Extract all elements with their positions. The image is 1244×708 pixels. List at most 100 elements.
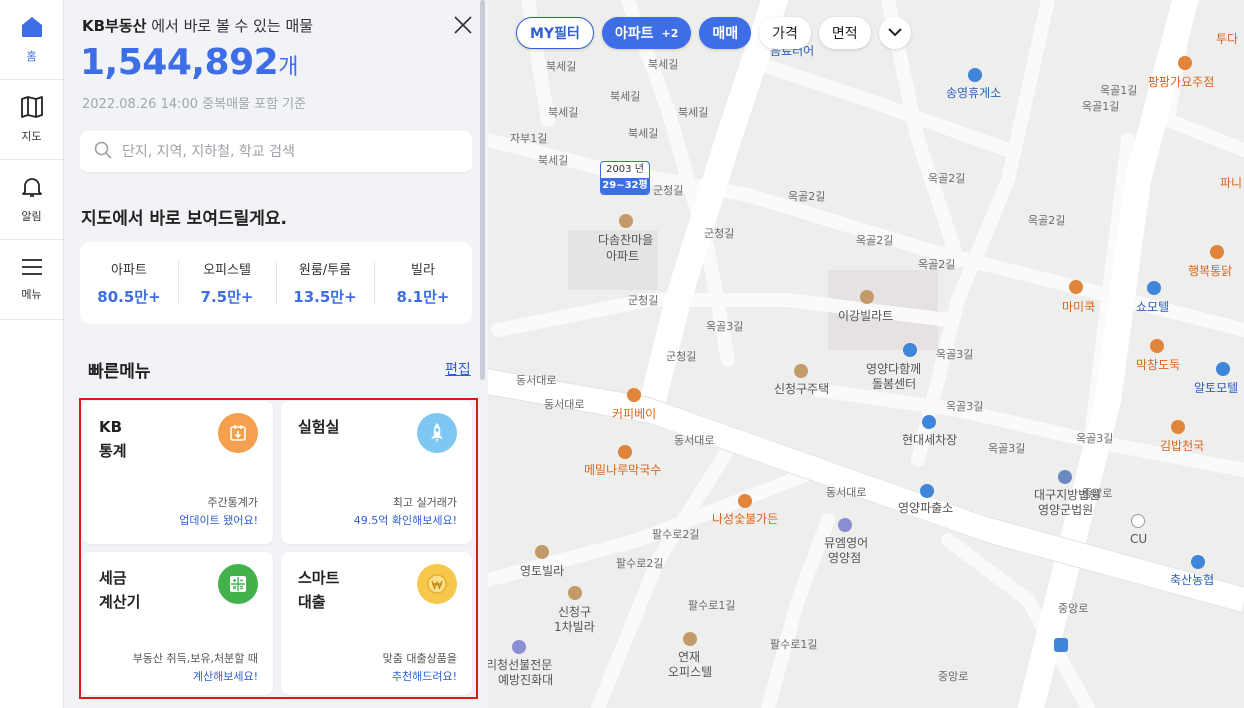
nav-home[interactable]: 홈 bbox=[0, 0, 63, 80]
poi-label[interactable]: 메밀나루막국수 bbox=[584, 461, 661, 478]
building-pin-icon[interactable] bbox=[860, 290, 874, 304]
road-label: 북세길 bbox=[538, 154, 569, 167]
court-pin-icon[interactable] bbox=[1058, 470, 1072, 484]
bank-pin-icon[interactable] bbox=[1191, 555, 1205, 569]
building-pin-icon[interactable] bbox=[535, 545, 549, 559]
card-cta: 49.5억 확인해보세요! bbox=[353, 514, 457, 527]
poi-label[interactable]: 알토모텔 bbox=[1194, 379, 1238, 396]
map-roads bbox=[488, 0, 1244, 708]
poi-label[interactable]: 예방진화대 bbox=[498, 671, 553, 688]
panel-scrollbar[interactable] bbox=[480, 0, 485, 380]
restaurant-pin-icon[interactable] bbox=[738, 494, 752, 508]
restaurant-pin-icon[interactable] bbox=[1210, 245, 1224, 259]
poi-label[interactable]: 영토빌라 bbox=[520, 562, 564, 579]
quick-card-tax-calculator[interactable]: 세금 계산기 부동산 취득,보유,처분할 때 계산해보세요! bbox=[82, 552, 273, 695]
quick-menu-edit-link[interactable]: 편집 bbox=[445, 359, 471, 379]
nav-alerts[interactable]: 알림 bbox=[0, 160, 63, 240]
count-timestamp: 2022.08.26 14:00 중복매물 포함 기준 bbox=[82, 97, 307, 112]
card-desc: 맞춤 대출상품을 bbox=[382, 652, 457, 665]
poi-label[interactable]: 축산농협 bbox=[1170, 571, 1214, 588]
close-panel-button[interactable] bbox=[454, 16, 472, 34]
poi-label[interactable]: 돌봄센터 bbox=[872, 375, 916, 392]
road-label: 중앙로 bbox=[938, 670, 969, 683]
building-pin-icon[interactable] bbox=[619, 214, 633, 228]
poi-label[interactable]: 이강빌라트 bbox=[838, 307, 893, 324]
property-extra-count: +2 bbox=[661, 26, 679, 40]
restroom-pin-icon[interactable] bbox=[968, 68, 982, 82]
road-label: 북세길 bbox=[628, 127, 659, 140]
road-label: 옥골1길 bbox=[1082, 100, 1120, 113]
building-pin-icon[interactable] bbox=[568, 586, 582, 600]
my-filter-button[interactable]: MY필터 bbox=[516, 17, 594, 49]
home-icon bbox=[20, 16, 44, 42]
care-center-pin-icon[interactable] bbox=[903, 343, 917, 357]
poi-label[interactable]: 오피스텔 bbox=[668, 663, 712, 680]
poi-label[interactable]: CU bbox=[1130, 532, 1147, 546]
poi-label[interactable]: 송영휴게소 bbox=[946, 84, 1001, 101]
building-pin-icon[interactable] bbox=[794, 364, 808, 378]
poi-label[interactable]: 막창도둑 bbox=[1136, 356, 1180, 373]
motel-pin-icon[interactable] bbox=[1147, 281, 1161, 295]
restaurant-pin-icon[interactable] bbox=[1069, 280, 1083, 294]
building-pin-icon[interactable] bbox=[683, 632, 697, 646]
poi-label[interactable]: 신청구주택 bbox=[774, 380, 829, 397]
poi-label[interactable]: 현대세차장 bbox=[902, 431, 957, 448]
deal-type-filter[interactable]: 매매 bbox=[699, 17, 752, 49]
card-desc: 최고 실거래가 bbox=[392, 496, 457, 509]
listing-count-number: 1,544,892 bbox=[80, 42, 279, 83]
poi-label[interactable]: 쇼모텔 bbox=[1136, 298, 1169, 315]
restaurant-pin-icon[interactable] bbox=[1150, 339, 1164, 353]
stat-officetel[interactable]: 오피스텔 7.5만+ bbox=[178, 259, 276, 307]
convenience-store-pin-icon[interactable] bbox=[1131, 514, 1145, 528]
cafe-pin-icon[interactable] bbox=[627, 388, 641, 402]
school-pin-icon[interactable] bbox=[512, 640, 526, 654]
search-input[interactable] bbox=[122, 143, 442, 160]
map-canvas[interactable]: 북세길 북세길 북세길 북세길 북세길 북세길 북세길 자부1길 군청길 군청길… bbox=[488, 0, 1244, 708]
won-coin-icon bbox=[417, 564, 457, 604]
poi-label[interactable]: 팡팡가요주점 bbox=[1148, 73, 1214, 90]
bar-pin-icon[interactable] bbox=[1178, 56, 1192, 70]
poi-label[interactable]: 영양군법원 bbox=[1038, 501, 1093, 518]
poi-label[interactable]: 다솜찬마을 bbox=[598, 231, 653, 248]
more-filters-button[interactable] bbox=[878, 17, 911, 49]
headline-text: 에서 바로 볼 수 있는 매물 bbox=[146, 17, 314, 35]
quick-menu-title: 빠른메뉴 bbox=[88, 362, 151, 382]
poi-label[interactable]: 파니 bbox=[1220, 174, 1242, 191]
academy-pin-icon[interactable] bbox=[838, 518, 852, 532]
calendar-download-icon bbox=[218, 413, 258, 453]
motel-pin-icon[interactable] bbox=[1216, 362, 1230, 376]
poi-label[interactable]: 나성숯불가든 bbox=[712, 510, 778, 527]
card-desc: 부동산 취득,보유,처분할 때 bbox=[132, 652, 258, 665]
poi-label[interactable]: 1차빌라 bbox=[554, 618, 595, 635]
restaurant-pin-icon[interactable] bbox=[1171, 420, 1185, 434]
poi-label[interactable]: 영양점 bbox=[828, 549, 861, 566]
poi-label[interactable]: 아파트 bbox=[606, 247, 639, 264]
quick-card-lab[interactable]: 실험실 최고 실거래가 49.5억 확인해보세요! bbox=[281, 401, 472, 544]
poi-label[interactable]: 마미쿡 bbox=[1062, 298, 1095, 315]
area-filter[interactable]: 면적 bbox=[818, 17, 871, 49]
road-label: 자부1길 bbox=[510, 132, 548, 145]
poi-label[interactable]: 커피베이 bbox=[612, 405, 656, 422]
nav-map[interactable]: 지도 bbox=[0, 80, 63, 160]
card-cta: 추천해드려요! bbox=[391, 670, 457, 683]
stat-villa[interactable]: 빌라 8.1만+ bbox=[374, 259, 472, 307]
property-type-filter[interactable]: 아파트 +2 bbox=[601, 17, 692, 49]
quick-card-kb-stats[interactable]: KB 통계 주간통계가 업데이트 됐어요! bbox=[82, 401, 273, 544]
nav-menu[interactable]: 메뉴 bbox=[0, 240, 63, 320]
restaurant-pin-icon[interactable] bbox=[618, 445, 632, 459]
stat-oneroom[interactable]: 원룸/투룸 13.5만+ bbox=[276, 259, 374, 307]
police-pin-icon[interactable] bbox=[920, 484, 934, 498]
search-box[interactable] bbox=[80, 131, 472, 172]
car-wash-pin-icon[interactable] bbox=[922, 415, 936, 429]
poi-label[interactable]: 영양파출소 bbox=[898, 499, 953, 516]
poi-label[interactable]: 투다 bbox=[1216, 30, 1238, 47]
price-filter[interactable]: 가격 bbox=[759, 17, 811, 49]
poi-label[interactable]: 행복통닭 bbox=[1188, 262, 1232, 279]
road-label: 팔수로1길 bbox=[770, 638, 818, 651]
poi-label[interactable]: 김밥천국 bbox=[1160, 437, 1204, 454]
apartment-marker[interactable]: 2003 년 29~32평 bbox=[600, 161, 650, 195]
bus-stop-icon[interactable] bbox=[1054, 638, 1068, 652]
stat-apartment[interactable]: 아파트 80.5만+ bbox=[80, 259, 178, 307]
card-title: 실험실 bbox=[298, 418, 340, 436]
quick-card-smart-loan[interactable]: 스마트 대출 맞춤 대출상품을 추천해드려요! bbox=[281, 552, 472, 695]
